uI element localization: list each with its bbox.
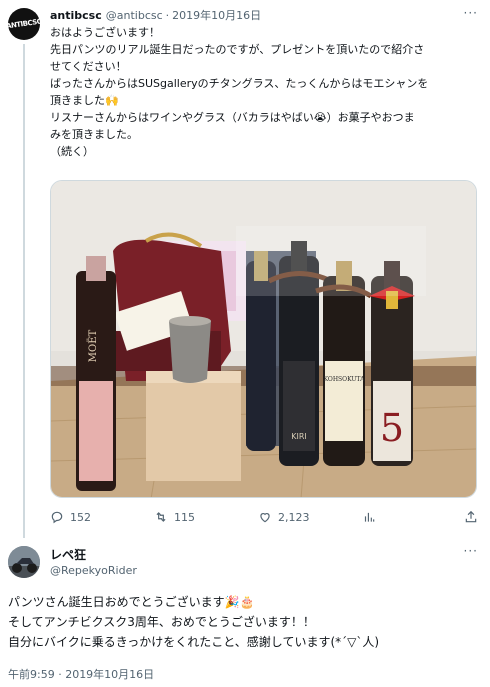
avatar[interactable]: ANTIBCSC: [5, 8, 43, 40]
more-options-icon[interactable]: ···: [464, 544, 478, 558]
display-name[interactable]: レペ狂: [50, 546, 86, 563]
dot-separator: ·: [165, 9, 170, 22]
analytics-icon: [364, 512, 375, 522]
bottle-label-moet: MOËT: [87, 329, 99, 362]
avatar[interactable]: [8, 546, 40, 578]
bottle-label-kohsokuta: KOHSOKUTA: [324, 376, 366, 383]
avatar-logo-text: ANTIBCSC: [5, 17, 43, 31]
reply-button[interactable]: 152: [50, 510, 91, 524]
tweet-action-bar: 152 115 2,123: [50, 510, 482, 530]
tweet-text: パンツさん誕生日おめでとうございます🎉🎂 そしてアンチビクスク3周年、おめでとう…: [8, 592, 482, 652]
tweet-reply: レペ狂 @RepekyoRider ··· パンツさん誕生日おめでとうございます…: [0, 538, 490, 687]
tweet-timestamp[interactable]: 午前9:59 · 2019年10月16日: [8, 666, 154, 682]
tweet-date[interactable]: 2019年10月16日: [172, 9, 261, 22]
thread-connector-line: [23, 44, 25, 538]
heart-icon: [260, 513, 270, 523]
tweet-photo[interactable]: MOËT KIRI KOHSOKUTA 5: [50, 180, 477, 498]
tweet-text: おはようございます！ 先日パンツのリアル誕生日だったのですが、プレゼントを頂いた…: [50, 24, 482, 160]
tweet-text-line: 自分にバイクに乗るきっかけをくれたこと、感謝しています(*´▽`人): [8, 635, 380, 649]
tweet-text-line: そしてアンチビクスク3周年、おめでとうございます！！: [8, 615, 315, 629]
like-button[interactable]: 2,123: [258, 510, 310, 524]
more-options-icon[interactable]: ···: [464, 6, 478, 20]
reply-count: 152: [70, 510, 91, 524]
user-handle[interactable]: @RepekyoRider: [50, 564, 137, 577]
reply-icon: [51, 511, 63, 524]
share-icon: [465, 510, 477, 523]
tweet-text-line: リスナーさんからはワインやグラス（バカラはやばい😭）お菓子やおつま: [50, 111, 415, 124]
bottle-label-five: 5: [380, 406, 404, 450]
display-name[interactable]: antibcsc: [50, 9, 102, 22]
tweet-text-line: ばったさんからはSUSgalleryのチタングラス、たっくんからはモエシャンを: [50, 77, 429, 90]
tweet-text-line: パンツさん誕生日おめでとうございます🎉🎂: [8, 595, 255, 609]
tweet-text-line: みを頂きました。: [50, 128, 138, 141]
gift-bottles-photo: MOËT KIRI KOHSOKUTA 5: [51, 181, 476, 497]
share-button[interactable]: [464, 510, 478, 524]
views-button[interactable]: [362, 510, 376, 524]
retweet-button[interactable]: 115: [154, 510, 195, 524]
retweet-count: 115: [174, 510, 195, 524]
tweet-text-line: おはようございます！: [50, 26, 160, 39]
retweet-icon: [156, 512, 166, 522]
tweet-text-line: 頂きました🙌: [50, 94, 119, 107]
user-handle[interactable]: @antibcsc: [106, 9, 163, 22]
tweet-original: ANTIBCSC antibcsc @antibcsc · 2019年10月16日 ·…: [0, 0, 490, 538]
tweet-text-line: （続く）: [50, 145, 94, 158]
tweet-header: antibcsc @antibcsc · 2019年10月16日: [50, 7, 261, 23]
bottle-label-kiri: KIRI: [291, 432, 307, 441]
tweet-text-line: せてください！: [50, 60, 127, 73]
like-count: 2,123: [278, 510, 310, 524]
tweet-text-line: 先日パンツのリアル誕生日だったのですが、プレゼントを頂いたので紹介さ: [50, 43, 425, 56]
motorcycle-avatar-image: [8, 546, 40, 578]
